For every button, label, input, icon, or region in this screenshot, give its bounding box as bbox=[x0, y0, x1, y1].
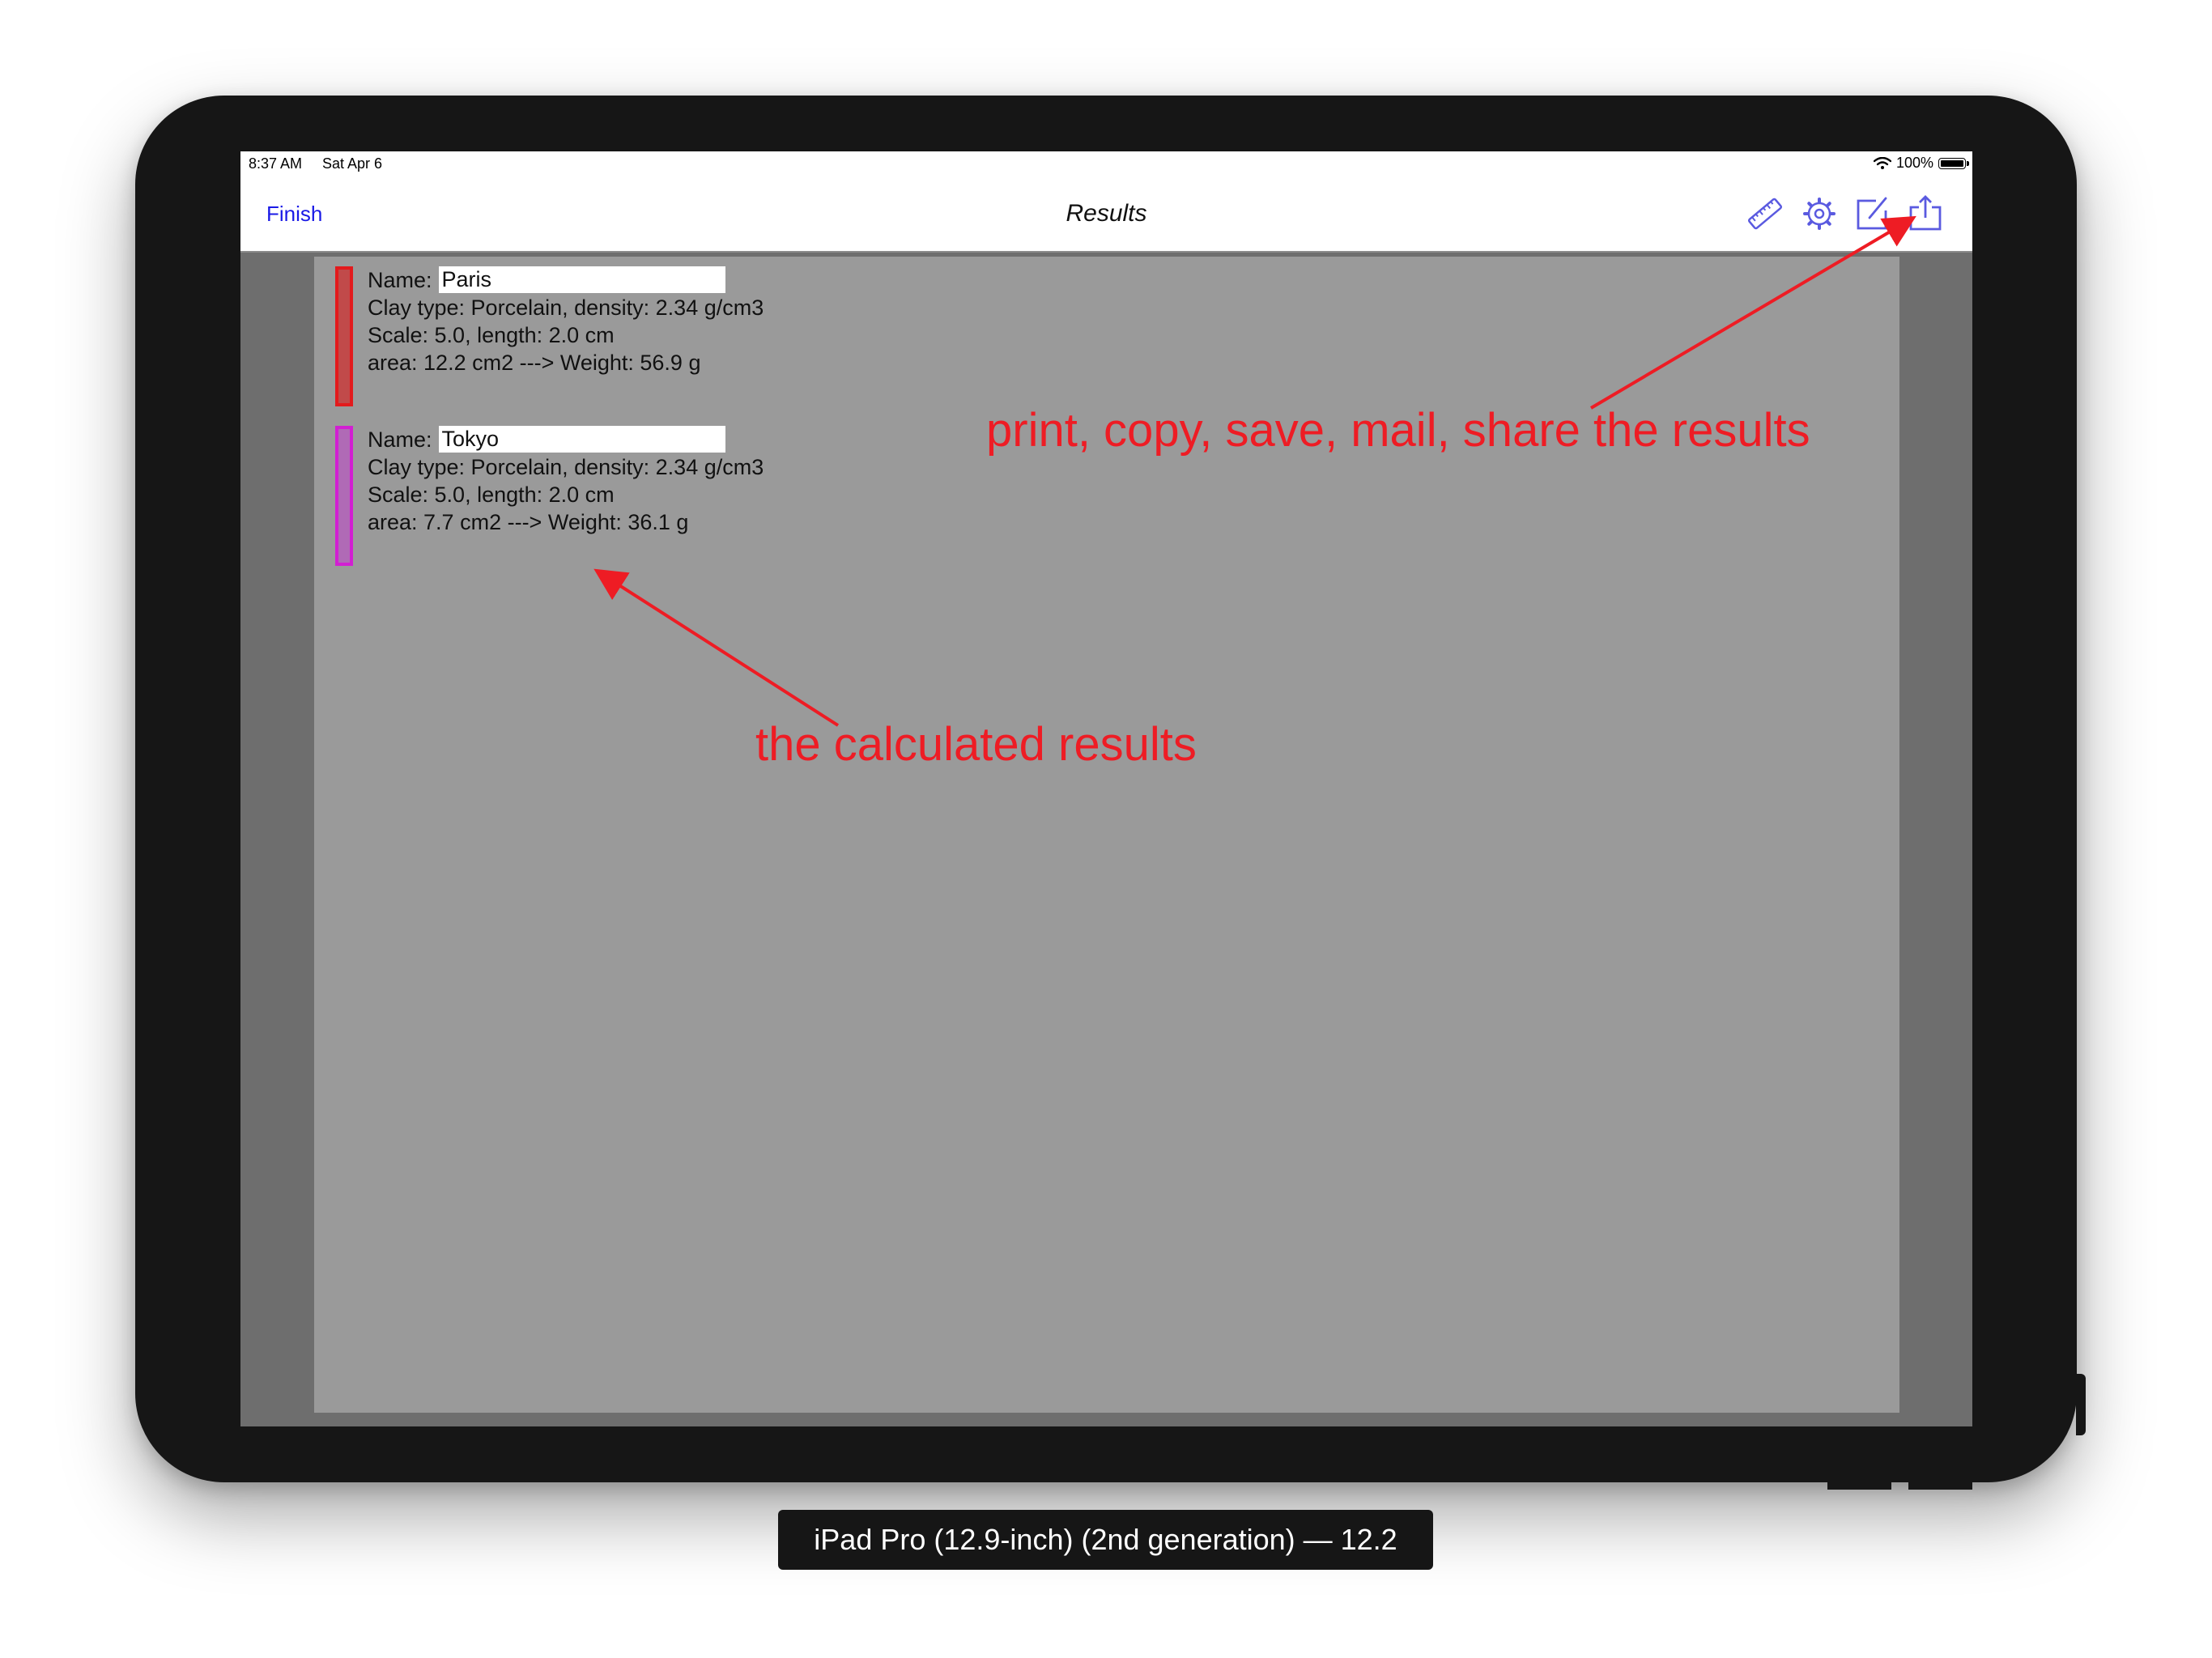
area-weight-text: area: 7.7 cm2 ---> Weight: 36.1 g bbox=[368, 510, 689, 534]
power-button bbox=[2076, 1374, 2086, 1435]
name-field[interactable]: Paris bbox=[438, 266, 725, 293]
wifi-icon bbox=[1873, 156, 1891, 169]
clay-type-text: Clay type: Porcelain, density: 2.34 g/cm… bbox=[368, 455, 764, 479]
name-row: Name: Tokyo bbox=[368, 426, 764, 453]
name-field[interactable]: Tokyo bbox=[438, 426, 725, 453]
page-title: Results bbox=[1066, 200, 1147, 227]
battery-icon bbox=[1938, 157, 1969, 169]
result-color-bar bbox=[335, 426, 353, 566]
share-annotation: print, copy, save, mail, share the resul… bbox=[986, 404, 1810, 457]
status-date: Sat Apr 6 bbox=[322, 155, 383, 172]
clay-type-text: Clay type: Porcelain, density: 2.34 g/cm… bbox=[368, 295, 764, 320]
result-color-bar bbox=[335, 266, 353, 406]
name-label: Name: bbox=[368, 427, 432, 452]
compose-icon[interactable] bbox=[1852, 193, 1892, 234]
area-weight-text: area: 12.2 cm2 ---> Weight: 56.9 g bbox=[368, 351, 701, 375]
share-icon[interactable] bbox=[1905, 193, 1946, 234]
name-row: Name: Paris bbox=[368, 266, 764, 294]
status-time: 8:37 AM bbox=[249, 155, 303, 172]
volume-down-button bbox=[1908, 1482, 1972, 1490]
scale-text: Scale: 5.0, length: 2.0 cm bbox=[368, 323, 615, 347]
gear-icon[interactable] bbox=[1799, 193, 1840, 234]
navigation-bar: Finish Results bbox=[240, 176, 1972, 253]
scale-text: Scale: 5.0, length: 2.0 cm bbox=[368, 483, 615, 507]
device-caption: iPad Pro (12.9-inch) (2nd generation) — … bbox=[778, 1510, 1433, 1570]
battery-percent: 100% bbox=[1895, 155, 1933, 171]
ruler-icon[interactable] bbox=[1745, 193, 1785, 234]
name-label: Name: bbox=[368, 268, 432, 292]
app-screen: 8:37 AM Sat Apr 6 100% Finish Results Na… bbox=[240, 151, 1972, 1426]
volume-up-button bbox=[1827, 1482, 1891, 1490]
results-annotation: the calculated results bbox=[755, 718, 1197, 771]
status-bar: 8:37 AM Sat Apr 6 100% bbox=[240, 151, 1972, 176]
